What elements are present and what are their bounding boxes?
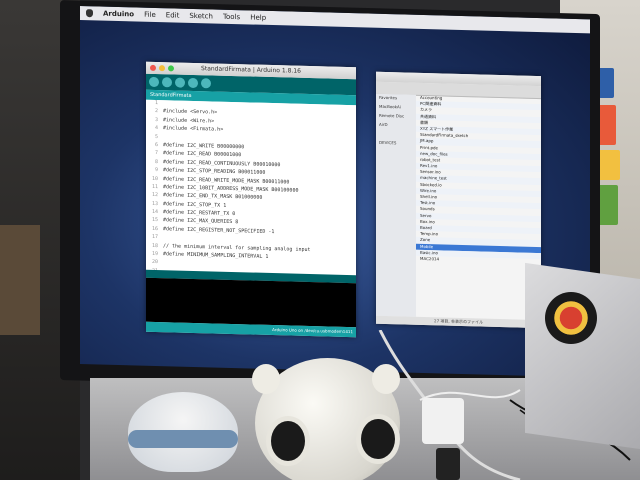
line-number: 13 [151, 200, 158, 207]
menu-help[interactable]: Help [250, 13, 266, 21]
line-number: 7 [154, 150, 158, 157]
line-number: 6 [154, 141, 158, 148]
menu-edit[interactable]: Edit [166, 11, 180, 19]
arduino-window: StandardFirmata | Arduino 1.8.16 Standar… [146, 61, 356, 338]
close-icon[interactable] [150, 64, 156, 71]
new-icon[interactable] [175, 77, 185, 88]
line-number: 3 [154, 116, 158, 123]
line-number: 8 [154, 158, 158, 165]
power-adapter [422, 398, 464, 444]
arduino-window-title: StandardFirmata | Arduino 1.8.16 [201, 65, 301, 75]
minimize-icon[interactable] [159, 65, 165, 72]
ball-eye [266, 416, 310, 466]
zoom-icon[interactable] [168, 65, 174, 72]
line-number: 2 [154, 108, 158, 115]
finder-window: Favorites MacBookAi Remote Disc AirD DEVICES… [376, 71, 541, 329]
laptop-sticker [545, 292, 597, 344]
line-number: 11 [151, 183, 158, 190]
finder-sidebar: Favorites MacBookAi Remote Disc AirD DEVICES [376, 93, 416, 317]
line-number: 12 [151, 192, 158, 199]
console-output [146, 277, 356, 328]
line-number: 10 [151, 175, 158, 182]
line-number: 1 [154, 99, 158, 107]
save-icon[interactable] [201, 78, 211, 89]
apple-icon[interactable] [86, 9, 93, 18]
line-number: 14 [151, 208, 158, 216]
menu-sketch[interactable]: Sketch [189, 12, 213, 21]
open-icon[interactable] [188, 77, 198, 89]
line-number: 9 [154, 167, 158, 174]
menu-tools[interactable]: Tools [223, 13, 240, 21]
line-number: 19 [151, 250, 158, 258]
ball-ear [252, 364, 280, 394]
verify-icon[interactable] [149, 76, 159, 88]
line-number: 15 [151, 217, 158, 224]
line-number: 5 [154, 133, 158, 140]
line-text: #include <Firmata.h> [163, 125, 224, 133]
line-number: 16 [151, 225, 158, 232]
usb-plug [436, 448, 460, 480]
menu-file[interactable]: File [144, 11, 156, 19]
line-number: 4 [154, 125, 158, 132]
line-number: 18 [151, 242, 158, 249]
line-number: 20 [151, 259, 158, 266]
speaker-band [128, 430, 238, 448]
ball-ear [372, 364, 400, 394]
photo-scene: Arduino File Edit Sketch Tools Help Stan… [0, 0, 640, 480]
upload-icon[interactable] [162, 77, 172, 88]
ball-eye [356, 414, 400, 464]
sidebar-item[interactable]: DEVICES [376, 139, 416, 149]
code-editor[interactable]: 1 2 #include <Servo.h> 3 #include <Wire.h> 4 #… [146, 99, 356, 284]
monitor-screen: Arduino File Edit Sketch Tools Help Stan… [80, 6, 590, 378]
menu-app-name[interactable]: Arduino [103, 10, 134, 19]
laptop-lid [525, 262, 640, 452]
shelf [0, 225, 40, 335]
line-number: 17 [151, 234, 158, 241]
finder-file-list: Accounting PC関連資料 カメラ 共通資料 書類 XYZ スマート作業 Stand… [416, 95, 541, 320]
